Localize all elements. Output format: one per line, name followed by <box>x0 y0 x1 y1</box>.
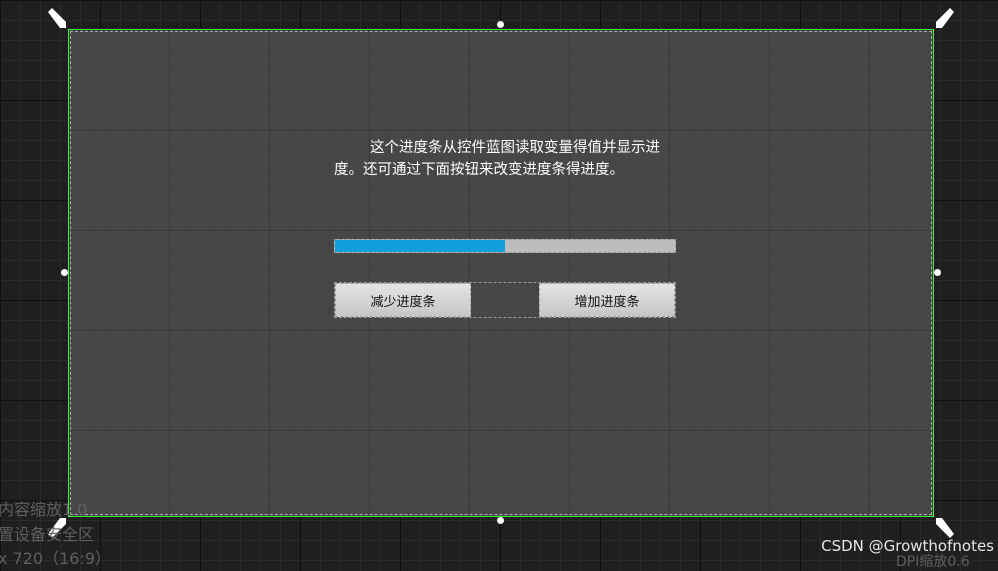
button-group: 减少进度条 增加进度条 <box>334 282 676 318</box>
description-text: 这个进度条从控件蓝图读取变量得值并显示进度。还可通过下面按钮来改变进度条得进度。 <box>334 140 660 178</box>
watermark-text: CSDN @Growthofnotes <box>821 537 994 555</box>
decrease-progress-button[interactable]: 减少进度条 <box>335 283 471 317</box>
resize-handle-left[interactable] <box>61 269 68 276</box>
progress-bar[interactable] <box>334 239 676 253</box>
resolution-label: x 720（16:9） <box>0 549 112 568</box>
device-safe-zone-label: 置设备安全区 <box>0 525 95 544</box>
resize-handle-bottom[interactable] <box>497 517 504 524</box>
resize-handle-right[interactable] <box>934 269 941 276</box>
progress-bar-fill <box>335 240 505 252</box>
corner-handle-top-left-icon[interactable] <box>46 8 66 28</box>
increase-progress-button[interactable]: 增加进度条 <box>539 283 675 317</box>
corner-handle-top-right-icon[interactable] <box>936 8 956 28</box>
resize-handle-top[interactable] <box>497 21 504 28</box>
corner-handle-bottom-right-icon[interactable] <box>936 518 956 538</box>
content-scale-label: 内容缩放1.0 <box>0 500 88 519</box>
design-canvas[interactable] <box>68 29 934 517</box>
